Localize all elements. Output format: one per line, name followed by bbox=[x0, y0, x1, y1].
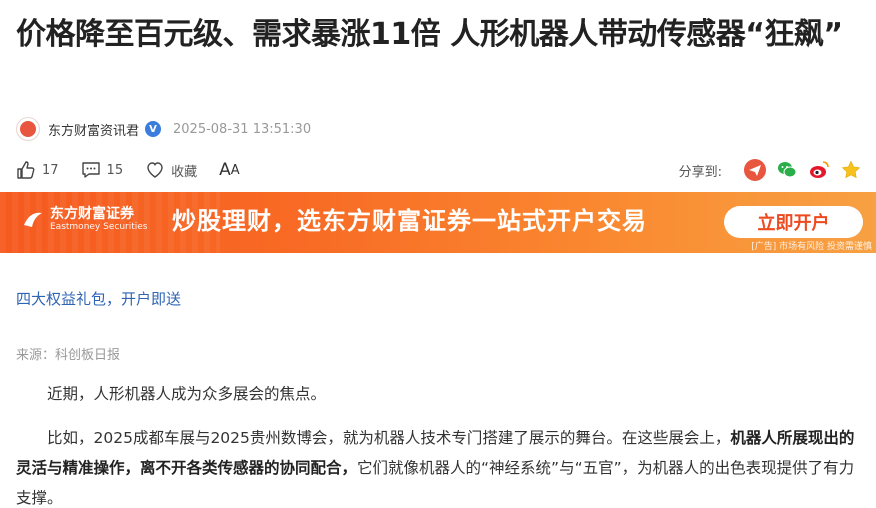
wechat-logo-icon bbox=[778, 162, 797, 178]
banner-slogan: 炒股理财，选东方财富证券一站式开户交易 bbox=[172, 207, 647, 235]
star-icon[interactable] bbox=[840, 159, 862, 181]
eastmoney-logo-icon bbox=[24, 212, 42, 227]
ad-disclaimer: [广告] 市场有风险 投资需谨慎 bbox=[751, 242, 872, 252]
action-bar: 17 15 收藏 AA 分享到: bbox=[16, 156, 862, 184]
banner-brand: 东方财富证券 Eastmoney Securities bbox=[22, 206, 147, 233]
font-size-button[interactable]: AA bbox=[219, 160, 240, 180]
avatar-logo-icon bbox=[20, 121, 36, 137]
author-name[interactable]: 东方财富资讯君 bbox=[48, 120, 139, 139]
like-button[interactable]: 17 bbox=[16, 160, 59, 180]
verified-icon: V bbox=[145, 121, 162, 137]
share-icon[interactable] bbox=[744, 159, 766, 181]
heart-icon bbox=[147, 162, 163, 178]
share-label: 分享到: bbox=[678, 164, 722, 180]
comment-icon bbox=[81, 162, 100, 178]
favorite-label: 收藏 bbox=[171, 164, 198, 180]
publish-date: 2025-08-31 13:51:30 bbox=[173, 121, 312, 137]
like-count: 17 bbox=[42, 162, 59, 178]
weibo-logo-icon bbox=[810, 161, 829, 178]
article-source: 来源：科创板日报 bbox=[16, 348, 121, 363]
author-avatar[interactable] bbox=[16, 117, 40, 141]
open-account-button[interactable]: 立即开户 bbox=[724, 206, 863, 238]
paragraph-2: 比如，2025成都车展与2025贵州数博会，就为机器人技术专门搭建了展示的舞台。… bbox=[16, 423, 862, 508]
promo-link[interactable]: 四大权益礼包，开户即送 bbox=[16, 288, 181, 309]
brand-name-en: Eastmoney Securities bbox=[50, 222, 148, 232]
brand-name-cn: 东方财富证券 bbox=[50, 206, 134, 222]
share-bar: 分享到: bbox=[679, 159, 862, 181]
thumbs-up-icon bbox=[17, 161, 35, 179]
paragraph-1: 近期，人形机器人成为众多展会的焦点。 bbox=[47, 385, 327, 403]
article-meta: 东方财富资讯君 V 2025-08-31 13:51:30 bbox=[16, 116, 311, 142]
star-shape-icon bbox=[841, 160, 861, 179]
favorite-button[interactable]: 收藏 bbox=[145, 160, 197, 180]
ad-banner[interactable]: 东方财富证券 Eastmoney Securities 炒股理财，选东方财富证券… bbox=[0, 192, 876, 253]
wechat-icon[interactable] bbox=[776, 159, 798, 181]
weibo-icon[interactable] bbox=[808, 159, 830, 181]
comment-count: 15 bbox=[106, 162, 124, 178]
font-size-small-label: A bbox=[230, 162, 240, 178]
paragraph-2-text-a: 比如，2025成都车展与2025贵州数博会，就为机器人技术专门搭建了展示的舞台。… bbox=[47, 429, 731, 447]
paper-plane-icon bbox=[749, 165, 761, 176]
font-size-large-label: A bbox=[219, 160, 231, 180]
comment-button[interactable]: 15 bbox=[81, 160, 124, 180]
article-title: 价格降至百元级、需求暴涨11倍 人形机器人带动传感器“狂飙” bbox=[16, 17, 843, 52]
